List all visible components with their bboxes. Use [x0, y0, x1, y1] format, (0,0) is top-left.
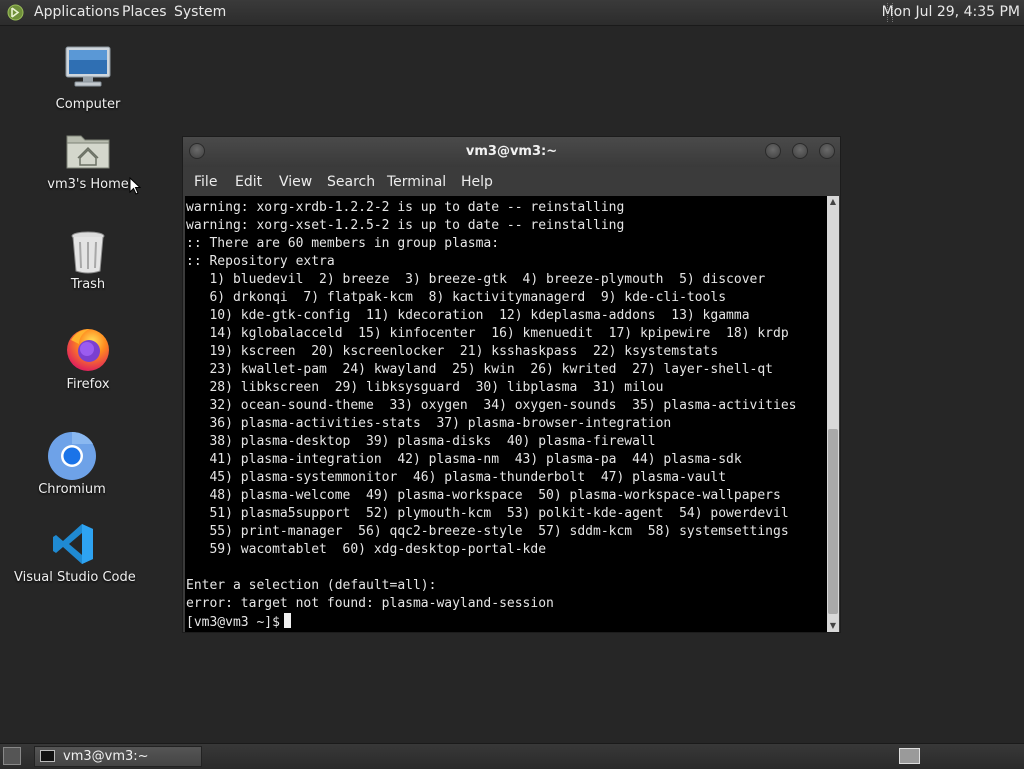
shell-prompt: [vm3@vm3 ~]$: [186, 615, 280, 630]
workspace-switcher[interactable]: [899, 748, 920, 764]
close-button[interactable]: [819, 143, 835, 159]
firefox-icon: [67, 329, 109, 371]
desktop-icon-label: Firefox: [66, 377, 110, 392]
desktop-icon-home[interactable]: vm3's Home: [40, 130, 136, 202]
menu-edit[interactable]: Edit: [235, 174, 262, 190]
terminal-window: vm3@vm3:~ File Edit View Search Terminal…: [182, 136, 841, 633]
terminal-line: :: Repository extra: [186, 254, 335, 269]
maximize-button[interactable]: [792, 143, 808, 159]
terminal-line: 6) drkonqi 7) flatpak-kcm 8) kactivityma…: [186, 290, 727, 305]
terminal-line: 14) kglobalacceld 15) kinfocenter 16) km…: [186, 326, 789, 341]
window-title: vm3@vm3:~: [465, 144, 558, 159]
terminal-icon: [40, 750, 55, 762]
desktop-icon-label: Computer: [55, 97, 121, 112]
menu-view[interactable]: View: [279, 174, 312, 190]
terminal-line: 45) plasma-systemmonitor 46) plasma-thun…: [186, 470, 727, 485]
desktop-icon-label: Chromium: [38, 482, 106, 497]
terminal-line: 32) ocean-sound-theme 33) oxygen 34) oxy…: [186, 398, 797, 413]
menu-applications[interactable]: Applications: [34, 4, 120, 21]
mouse-pointer-icon: [129, 177, 141, 195]
window-titlebar[interactable]: vm3@vm3:~: [183, 137, 840, 167]
desktop-icon-label: vm3's Home: [47, 177, 129, 192]
menu-file[interactable]: File: [194, 174, 217, 190]
computer-monitor-icon: [65, 46, 111, 87]
terminal-line: 59) wacomtablet 60) xdg-desktop-portal-k…: [186, 542, 547, 557]
minimize-button[interactable]: [765, 143, 781, 159]
desktop-icon-chromium[interactable]: Chromium: [24, 431, 120, 499]
terminal-line: 1) bluedevil 2) breeze 3) breeze-gtk 4) …: [186, 272, 766, 287]
bottom-panel: vm3@vm3:~: [0, 743, 1024, 769]
clock[interactable]: Mon Jul 29, 4:35 PM: [882, 4, 1020, 21]
terminal-line: 51) plasma5support 52) plymouth-kcm 53) …: [186, 506, 789, 521]
menu-terminal[interactable]: Terminal: [387, 174, 446, 190]
desktop-icon-computer[interactable]: Computer: [40, 45, 136, 117]
terminal-line: :: There are 60 members in group plasma:: [186, 236, 500, 251]
scrollbar-thumb[interactable]: [828, 429, 838, 614]
desktop-icon-label: Visual Studio Code: [14, 570, 136, 585]
terminal-line: 55) print-manager 56) qqc2-breeze-style …: [186, 524, 789, 539]
top-panel: Applications Places System Mon Jul 29, 4…: [0, 0, 1024, 26]
terminal-line: 19) kscreen 20) kscreenlocker 21) ksshas…: [186, 344, 719, 359]
terminal-scrollbar[interactable]: ▲ ▼: [827, 196, 839, 632]
menu-system[interactable]: System: [174, 4, 226, 21]
mate-logo-icon[interactable]: [7, 4, 24, 21]
text-cursor: [283, 613, 291, 628]
terminal-line: 23) kwallet-pam 24) kwayland 25) kwin 26…: [186, 362, 773, 377]
terminal-line: 36) plasma-activities-stats 37) plasma-b…: [186, 416, 672, 431]
desktop-icon-trash[interactable]: Trash: [40, 230, 136, 294]
terminal-output[interactable]: warning: xorg-xrdb-1.2.2-2 is up to date…: [185, 196, 827, 632]
show-desktop-button[interactable]: [3, 747, 21, 765]
terminal-line: 48) plasma-welcome 49) plasma-workspace …: [186, 488, 781, 503]
terminal-line: warning: xorg-xrdb-1.2.2-2 is up to date…: [186, 200, 625, 215]
desktop-icon-label: Trash: [70, 277, 106, 292]
desktop-icon-firefox[interactable]: Firefox: [40, 326, 136, 394]
menu-places[interactable]: Places: [122, 4, 167, 21]
home-folder-icon: [66, 135, 110, 169]
taskbar-label: vm3@vm3:~: [63, 749, 149, 764]
terminal-line: 28) libkscreen 29) libksysguard 30) libp…: [186, 380, 664, 395]
terminal-line: 38) plasma-desktop 39) plasma-disks 40) …: [186, 434, 656, 449]
trash-icon: [71, 231, 105, 274]
desktop-icon-vscode[interactable]: Visual Studio Code: [14, 520, 136, 588]
menu-help[interactable]: Help: [461, 174, 493, 190]
terminal-line: 41) plasma-integration 42) plasma-nm 43)…: [186, 452, 742, 467]
terminal-line: Enter a selection (default=all):: [186, 578, 437, 593]
terminal-line: error: target not found: plasma-wayland-…: [186, 596, 554, 611]
terminal-text: warning: xorg-xrdb-1.2.2-2 is up to date…: [186, 199, 796, 632]
terminal-menubar: File Edit View Search Terminal Help: [183, 167, 840, 195]
menu-search[interactable]: Search: [327, 174, 375, 190]
terminal-line: 10) kde-gtk-config 11) kdecoration 12) k…: [186, 308, 750, 323]
vscode-icon: [53, 524, 93, 564]
scroll-up-arrow-icon[interactable]: ▲: [827, 196, 839, 208]
scroll-down-arrow-icon[interactable]: ▼: [827, 620, 839, 632]
taskbar-terminal-button[interactable]: vm3@vm3:~: [34, 746, 202, 767]
terminal-line: warning: xorg-xset-1.2.5-2 is up to date…: [186, 218, 625, 233]
chromium-icon: [48, 431, 96, 480]
